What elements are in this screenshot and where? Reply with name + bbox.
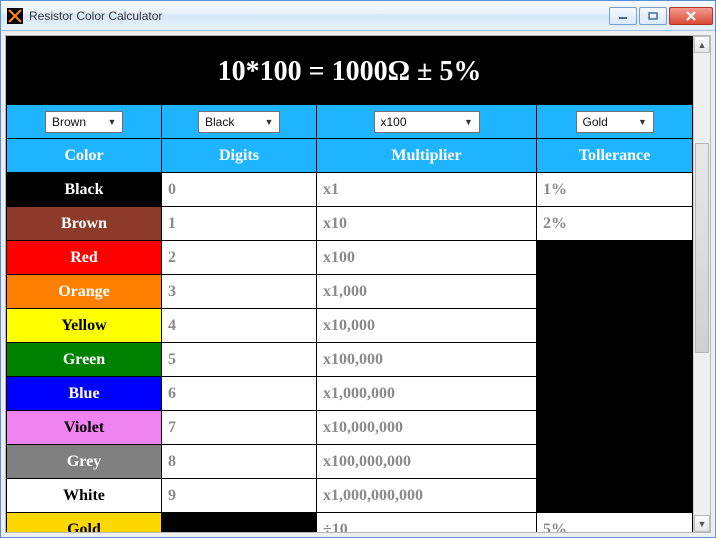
band1-value: Brown xyxy=(52,115,86,129)
tolerance-cell xyxy=(537,343,693,377)
client-area: 10*100 = 1000Ω ± 5% Brown xyxy=(1,31,715,537)
chevron-down-icon: ▼ xyxy=(636,117,650,127)
multiplier-cell: x1,000,000 xyxy=(317,377,537,411)
color-cell: Yellow xyxy=(7,309,162,343)
multiplier-cell: x1 xyxy=(317,173,537,207)
multiplier-value: x100 xyxy=(381,115,407,129)
content-frame: 10*100 = 1000Ω ± 5% Brown xyxy=(5,35,711,533)
tolerance-cell xyxy=(537,479,693,513)
titlebar[interactable]: Resistor Color Calculator xyxy=(1,1,715,31)
vertical-scrollbar[interactable]: ▲ ▼ xyxy=(693,36,710,532)
minimize-button[interactable] xyxy=(609,7,637,25)
tolerance-value: Gold xyxy=(583,115,608,129)
multiplier-cell: x100,000,000 xyxy=(317,445,537,479)
header-tolerance: Tollerance xyxy=(537,139,693,173)
scroll-thumb[interactable] xyxy=(695,143,709,353)
digit-cell: 9 xyxy=(162,479,317,513)
table-row: Yellow4x10,000 xyxy=(7,309,693,343)
chevron-down-icon: ▼ xyxy=(262,117,276,127)
table-row: Gold ÷105% xyxy=(7,513,693,533)
digit-cell: 4 xyxy=(162,309,317,343)
digit-cell: 7 xyxy=(162,411,317,445)
table-row: White9x1,000,000,000 xyxy=(7,479,693,513)
window-buttons xyxy=(609,7,713,25)
tolerance-cell xyxy=(537,275,693,309)
table-row: Green5x100,000 xyxy=(7,343,693,377)
scroll-track[interactable] xyxy=(694,53,710,515)
multiplier-cell: x10,000,000 xyxy=(317,411,537,445)
multiplier-cell: x100,000 xyxy=(317,343,537,377)
table-row: Black0x11% xyxy=(7,173,693,207)
table-row: Red2x100 xyxy=(7,241,693,275)
app-window: Resistor Color Calculator 10*100 = 1000Ω… xyxy=(0,0,716,538)
chevron-down-icon: ▼ xyxy=(105,117,119,127)
tolerance-cell: 5% xyxy=(537,513,693,533)
tolerance-select[interactable]: Gold ▼ xyxy=(576,111,654,133)
multiplier-cell: x10 xyxy=(317,207,537,241)
scroll-down-button[interactable]: ▼ xyxy=(694,515,710,532)
color-cell: Brown xyxy=(7,207,162,241)
header-digits: Digits xyxy=(162,139,317,173)
selector-row: Brown ▼ Black ▼ xyxy=(7,105,693,139)
color-cell: Gold xyxy=(7,513,162,533)
band2-select[interactable]: Black ▼ xyxy=(198,111,280,133)
digit-cell xyxy=(162,513,317,533)
digit-cell: 5 xyxy=(162,343,317,377)
tolerance-cell: 1% xyxy=(537,173,693,207)
tolerance-cell xyxy=(537,411,693,445)
table-row: Orange3x1,000 xyxy=(7,275,693,309)
multiplier-cell: x10,000 xyxy=(317,309,537,343)
multiplier-select[interactable]: x100 ▼ xyxy=(374,111,480,133)
maximize-button[interactable] xyxy=(639,7,667,25)
color-cell: White xyxy=(7,479,162,513)
tolerance-cell xyxy=(537,241,693,275)
scroll-up-button[interactable]: ▲ xyxy=(694,36,710,53)
color-cell: Orange xyxy=(7,275,162,309)
multiplier-cell: ÷10 xyxy=(317,513,537,533)
multiplier-cell: x100 xyxy=(317,241,537,275)
digit-cell: 3 xyxy=(162,275,317,309)
window-title: Resistor Color Calculator xyxy=(29,9,609,23)
table-row: Blue6x1,000,000 xyxy=(7,377,693,411)
header-color: Color xyxy=(7,139,162,173)
header-row: Color Digits Multiplier Tollerance xyxy=(7,139,693,173)
color-cell: Grey xyxy=(7,445,162,479)
color-cell: Blue xyxy=(7,377,162,411)
close-button[interactable] xyxy=(669,7,713,25)
digit-cell: 1 xyxy=(162,207,317,241)
digit-cell: 2 xyxy=(162,241,317,275)
color-cell: Violet xyxy=(7,411,162,445)
formula-display: 10*100 = 1000Ω ± 5% xyxy=(6,36,693,104)
digit-cell: 0 xyxy=(162,173,317,207)
app-icon xyxy=(7,8,23,24)
digit-cell: 6 xyxy=(162,377,317,411)
tolerance-cell xyxy=(537,445,693,479)
tolerance-cell xyxy=(537,309,693,343)
header-multiplier: Multiplier xyxy=(317,139,537,173)
multiplier-cell: x1,000,000,000 xyxy=(317,479,537,513)
digit-cell: 8 xyxy=(162,445,317,479)
table-row: Violet7x10,000,000 xyxy=(7,411,693,445)
chevron-down-icon: ▼ xyxy=(462,117,476,127)
table-row: Brown1x102% xyxy=(7,207,693,241)
band2-value: Black xyxy=(205,115,234,129)
multiplier-cell: x1,000 xyxy=(317,275,537,309)
color-cell: Green xyxy=(7,343,162,377)
tolerance-cell xyxy=(537,377,693,411)
resistor-table: Brown ▼ Black ▼ xyxy=(6,104,693,532)
tolerance-cell: 2% xyxy=(537,207,693,241)
table-row: Grey8x100,000,000 xyxy=(7,445,693,479)
color-cell: Red xyxy=(7,241,162,275)
band1-select[interactable]: Brown ▼ xyxy=(45,111,123,133)
color-cell: Black xyxy=(7,173,162,207)
